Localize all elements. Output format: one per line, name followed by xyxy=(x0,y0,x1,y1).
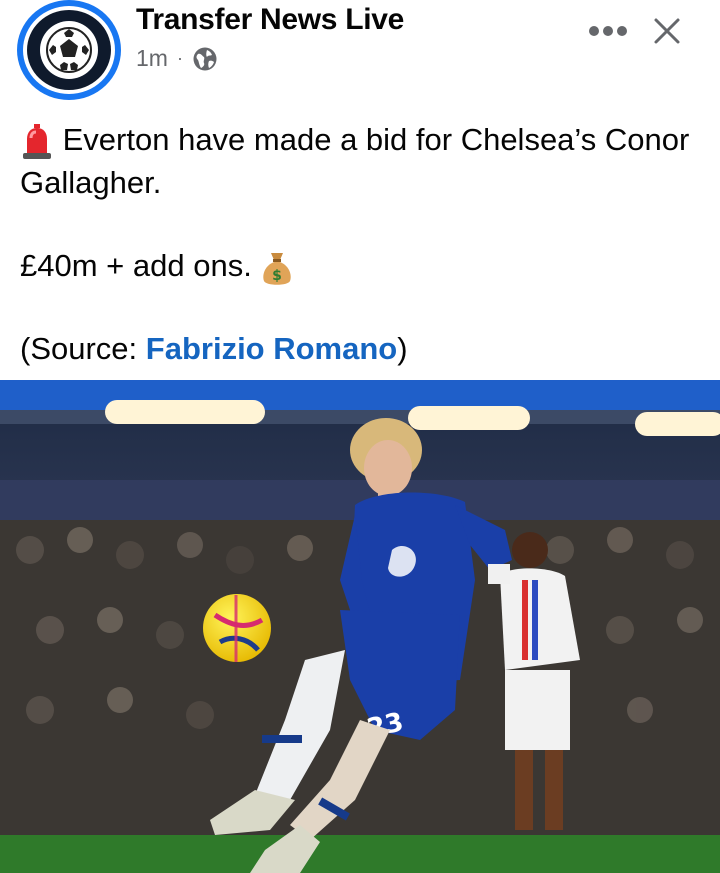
money-bag-icon: $ xyxy=(263,252,292,285)
post-meta: 1m · xyxy=(136,45,218,72)
ball xyxy=(203,594,271,662)
more-dots-icon xyxy=(589,26,627,36)
post-line-2: £40m + add ons. $ xyxy=(20,244,700,287)
siren-icon xyxy=(23,123,51,159)
page-name[interactable]: Transfer News Live xyxy=(136,3,404,37)
close-button[interactable] xyxy=(646,10,688,52)
close-icon xyxy=(654,18,680,44)
more-options-button[interactable] xyxy=(584,14,632,48)
football-logo-icon xyxy=(40,21,98,79)
football-match-photo: 23 xyxy=(0,380,720,873)
page-avatar[interactable] xyxy=(17,0,121,100)
post-line-1: Everton have made a bid for Chelsea’s Co… xyxy=(20,118,700,204)
source-link[interactable]: Fabrizio Romano xyxy=(146,331,397,366)
post-headline: Everton have made a bid for Chelsea’s Co… xyxy=(20,122,690,200)
post-photo[interactable]: 23 xyxy=(0,380,720,873)
globe-icon xyxy=(193,47,217,70)
post-header: Transfer News Live 1m · xyxy=(0,0,720,110)
post-line-3: (Source: Fabrizio Romano) xyxy=(20,331,408,366)
post-fee: £40m + add ons. xyxy=(20,248,252,283)
post-time[interactable]: 1m xyxy=(136,45,168,72)
svg-text:$: $ xyxy=(273,268,283,284)
post-body: Everton have made a bid for Chelsea’s Co… xyxy=(20,118,700,370)
meta-separator: · xyxy=(176,48,183,68)
